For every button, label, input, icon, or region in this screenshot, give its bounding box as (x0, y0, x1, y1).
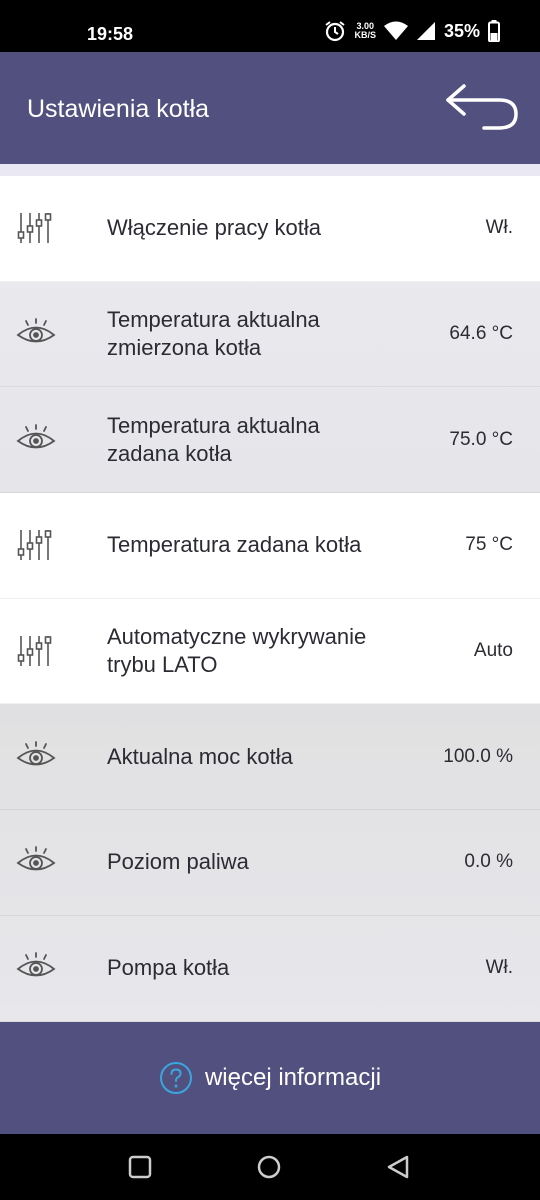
battery-percent: 35% (443, 20, 480, 41)
sliders-icon (16, 210, 56, 246)
eye-icon (16, 422, 56, 458)
setting-label: Włączenie pracy kotła (107, 215, 321, 241)
status-icons: 3.00 KB/S 35% (324, 20, 500, 42)
setting-row[interactable]: Temperatura aktualna zadana kotła 75.0 °C (0, 387, 540, 494)
sliders-icon (16, 527, 56, 563)
setting-row[interactable]: Włączenie pracy kotła Wł. (0, 176, 540, 282)
alarm-icon (325, 21, 346, 42)
eye-icon (16, 844, 56, 880)
setting-row[interactable]: Temperatura zadana kotła 75 °C (0, 493, 540, 599)
setting-value: 0.0 % (464, 851, 513, 873)
setting-row[interactable]: Automatyczne wykrywanie trybu LATO Auto (0, 598, 540, 705)
setting-row[interactable]: Temperatura aktualna zmierzona kotła 64.6… (0, 281, 540, 388)
more-info-content: więcej informacji (159, 1061, 381, 1095)
setting-label: Automatyczne wykrywanie trybu LATO (107, 624, 367, 678)
setting-row[interactable]: Poziom paliwa 0.0 % (0, 810, 540, 916)
settings-list: Włączenie pracy kotła Wł. Temperatura aktu… (0, 164, 540, 1022)
network-speed-unit: KB/S (354, 30, 376, 40)
eye-icon (16, 950, 56, 986)
recents-icon[interactable] (125, 1152, 155, 1182)
setting-row[interactable]: Pompa kotła Wł. (0, 915, 540, 1022)
status-bar: 19:58 3.00 KB/S 35% (0, 0, 540, 52)
page-title: Ustawienia kotła (27, 95, 210, 123)
eye-icon (16, 739, 56, 775)
setting-label: Pompa kotła (107, 955, 230, 981)
network-speed: 3.00 KB/S (354, 22, 376, 40)
app-header: Ustawienia kotła (0, 52, 540, 164)
battery-icon (488, 20, 500, 42)
system-nav-bar (0, 1134, 540, 1200)
back-icon[interactable] (383, 1152, 413, 1182)
setting-value: Wł. (485, 217, 513, 239)
setting-value: 100.0 % (443, 745, 513, 767)
wifi-icon (383, 21, 408, 40)
rows-container: Włączenie pracy kotła Wł. Temperatura aktu… (0, 176, 540, 1022)
sliders-icon (16, 633, 56, 669)
setting-label: Temperatura aktualna zmierzona kotła (107, 307, 320, 361)
setting-value: 75 °C (465, 534, 513, 556)
setting-value: 75.0 °C (449, 428, 513, 450)
setting-row[interactable]: Aktualna moc kotła 100.0 % (0, 704, 540, 811)
setting-value: Auto (473, 640, 513, 662)
list-top-strip (0, 164, 540, 176)
setting-label: Aktualna moc kotła (107, 743, 293, 769)
more-info-label: więcej informacji (204, 1064, 382, 1091)
help-circle-icon (159, 1062, 192, 1094)
signal-icon (416, 22, 435, 40)
setting-value: 64.6 °C (449, 323, 513, 345)
eye-icon (16, 316, 56, 352)
back-arrow-icon[interactable] (444, 78, 520, 134)
setting-value: Wł. (485, 957, 513, 979)
setting-label: Temperatura aktualna zadana kotła (107, 412, 320, 466)
more-info-button[interactable]: więcej informacji (0, 1022, 540, 1134)
home-icon[interactable] (254, 1152, 284, 1182)
status-time: 19:58 (87, 24, 134, 44)
setting-label: Poziom paliwa (107, 849, 249, 875)
setting-label: Temperatura zadana kotła (107, 532, 362, 558)
